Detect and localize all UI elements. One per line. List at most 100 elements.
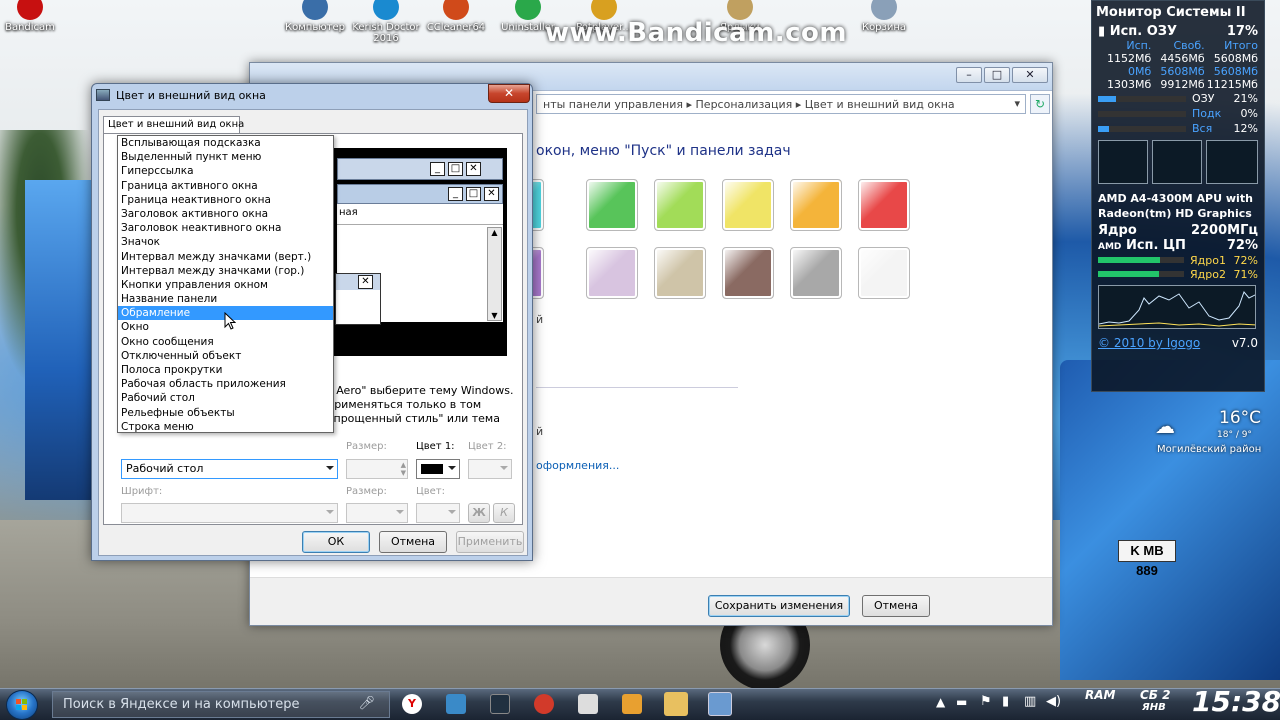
yandex-browser-icon[interactable]: Y	[402, 694, 422, 714]
date-tray[interactable]: СБ 2	[1140, 688, 1171, 702]
dialog-title: Цвет и внешний вид окна	[116, 89, 266, 102]
memory-bar	[1098, 95, 1186, 102]
dropdown-option[interactable]: Заголовок активного окна	[118, 207, 333, 221]
cpu-use-label: Исп. ЦП	[1125, 238, 1186, 253]
dropdown-option[interactable]: Граница активного окна	[118, 179, 333, 193]
col-used: Исп.	[1126, 39, 1152, 52]
color-swatch[interactable]	[790, 179, 842, 231]
dropdown-option[interactable]: Заголовок неактивного окна	[118, 221, 333, 235]
address-bar[interactable]: нты панели управления ▸ Персонализация ▸…	[536, 94, 1026, 114]
chevron-down-icon[interactable]	[396, 510, 404, 514]
tray-chevron-icon[interactable]: ▲	[936, 695, 945, 709]
dropdown-option[interactable]: Рабочий стол	[118, 391, 333, 405]
cancel-button[interactable]: Отмена	[379, 531, 447, 553]
chevron-down-icon[interactable]: ▾	[1014, 97, 1020, 110]
network-icon[interactable]: ▥	[1024, 694, 1036, 709]
color-swatch[interactable]	[586, 179, 638, 231]
desktop-icon-recycle-bin[interactable]: Корзина	[844, 0, 924, 33]
apply-button[interactable]: Применить	[456, 531, 524, 553]
color-swatch[interactable]	[722, 179, 774, 231]
dropdown-option[interactable]: Строка меню	[118, 420, 333, 432]
color-swatch[interactable]	[654, 247, 706, 299]
font-select[interactable]	[121, 503, 338, 523]
chevron-down-icon[interactable]	[448, 510, 456, 514]
desktop-icon-label: Kerish Doctor 2016	[352, 22, 420, 44]
dropdown-option[interactable]: Отключенный объект	[118, 349, 333, 363]
volume-icon[interactable]: ◀)	[1046, 694, 1061, 709]
core-bar-label: Ядро2	[1190, 267, 1226, 281]
color-swatch[interactable]	[654, 179, 706, 231]
opera-icon[interactable]	[534, 694, 554, 714]
maximize-icon[interactable]: □	[984, 67, 1010, 83]
item-dropdown-list[interactable]: Всплывающая подсказка Выделенный пункт ме…	[117, 135, 334, 433]
truck-trailer-wallpaper	[25, 180, 100, 500]
personalization-task-icon[interactable]	[708, 692, 732, 716]
font-size-select[interactable]	[346, 503, 408, 523]
color-swatch[interactable]	[586, 247, 638, 299]
dropdown-option[interactable]: Кнопки управления окном	[118, 278, 333, 292]
dropdown-option[interactable]: Интервал между значками (гор.)	[118, 264, 333, 278]
minimize-icon[interactable]: –	[956, 67, 982, 83]
size-stepper[interactable]: ▲ ▼	[346, 459, 408, 479]
language-flag-icon[interactable]: ▬	[956, 695, 967, 709]
desktop-icon-bandicam[interactable]: Bandicam	[0, 0, 70, 33]
back-cancel-button[interactable]: Отмена	[862, 595, 930, 617]
color-swatch[interactable]	[790, 247, 842, 299]
color-swatch[interactable]	[722, 247, 774, 299]
battery-icon[interactable]: ▮	[1002, 694, 1009, 709]
advanced-settings-link[interactable]: оформления...	[536, 459, 619, 472]
chevron-down-icon[interactable]	[500, 466, 508, 470]
dropdown-option[interactable]: Значок	[118, 235, 333, 249]
taskbar-search-input[interactable]: Поиск в Яндексе и на компьютере 🎤︎	[52, 691, 390, 718]
save-changes-button[interactable]: Сохранить изменения	[708, 595, 850, 617]
chevron-down-icon[interactable]	[326, 510, 334, 514]
window-color-dialog: Цвет и внешний вид окна ✕ Цвет и внешний…	[91, 83, 533, 561]
dropdown-option[interactable]: Полоса прокрутки	[118, 363, 333, 377]
dropdown-option[interactable]: Рабочая область приложения	[118, 377, 333, 391]
tab-window-color[interactable]: Цвет и внешний вид окна	[103, 116, 244, 134]
desktop-icon-kerish-doctor[interactable]: Kerish Doctor 2016	[346, 0, 426, 44]
dropdown-option[interactable]: Рельефные объекты	[118, 406, 333, 420]
explorer-folder-icon[interactable]	[664, 692, 688, 716]
color1-picker[interactable]	[416, 459, 460, 479]
start-button[interactable]	[6, 690, 38, 720]
dropdown-option[interactable]: Интервал между значками (верт.)	[118, 250, 333, 264]
taskbar: Поиск в Яндексе и на компьютере 🎤︎ Y ▲ ▬ …	[0, 685, 1280, 720]
weather-app-icon[interactable]	[622, 694, 642, 714]
uninstaller-icon	[515, 0, 541, 20]
dropdown-option[interactable]: Название панели	[118, 292, 333, 306]
desktop-icon-ccleaner[interactable]: CCleaner64	[416, 0, 496, 33]
font-color-picker[interactable]	[416, 503, 460, 523]
dropdown-option[interactable]: Граница неактивного окна	[118, 193, 333, 207]
ok-button[interactable]: ОК	[302, 531, 370, 553]
memory-bar-row: Вся 12%	[1092, 121, 1264, 136]
color-swatch[interactable]	[858, 247, 910, 299]
refresh-icon[interactable]: ↻	[1030, 94, 1050, 114]
app-icon[interactable]	[578, 694, 598, 714]
item-select[interactable]: Рабочий стол	[121, 459, 338, 479]
desktop-icon-label: Компьютер	[285, 22, 345, 33]
bold-button[interactable]: Ж	[468, 503, 490, 523]
italic-button[interactable]: К	[493, 503, 515, 523]
dropdown-option[interactable]: Окно сообщения	[118, 335, 333, 349]
color-swatch[interactable]	[858, 179, 910, 231]
control-panel-icon[interactable]	[446, 694, 466, 714]
desktop-icon-computer[interactable]: Компьютер	[275, 0, 355, 33]
microphone-icon[interactable]: 🎤︎	[358, 696, 375, 711]
action-center-icon[interactable]: ⚑	[980, 694, 992, 709]
dropdown-option[interactable]: Выделенный пункт меню	[118, 150, 333, 164]
all-graph	[1206, 140, 1258, 184]
close-icon[interactable]: ✕	[488, 84, 530, 103]
dropdown-option[interactable]: Гиперссылка	[118, 164, 333, 178]
stepper-arrows-icon[interactable]: ▲ ▼	[401, 461, 406, 477]
close-icon[interactable]: ✕	[1012, 67, 1048, 83]
memory-bar	[1098, 110, 1186, 117]
chevron-down-icon[interactable]	[448, 466, 456, 470]
terminal-icon[interactable]	[490, 694, 510, 714]
dropdown-option[interactable]: Всплывающая подсказка	[118, 136, 333, 150]
credit-link[interactable]: © 2010 by Igogo	[1098, 336, 1200, 350]
clock[interactable]: 15:38	[1192, 685, 1280, 718]
chevron-down-icon[interactable]	[326, 466, 334, 470]
color2-picker[interactable]	[468, 459, 512, 479]
weather-cloud-icon: ☁	[1155, 414, 1175, 438]
